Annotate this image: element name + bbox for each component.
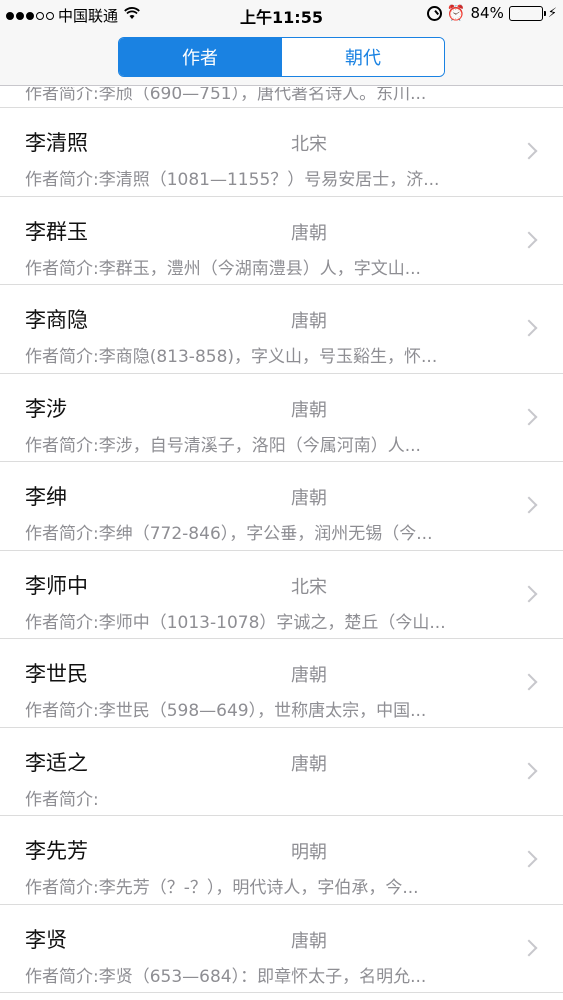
chevron-right-icon [520,762,538,779]
author-dynasty: 明朝 [291,842,327,863]
chevron-right-icon [520,142,538,160]
list-item[interactable]: 李贤 唐朝作者简介:李贤（653—684）：即章怀太子，名明允... [0,904,563,993]
author-name: 李涉 [25,396,67,421]
chevron-right-icon [520,673,538,691]
status-bar: 中国联通 上午11:55 ⏰ 84% ⚡ [0,0,563,28]
list-item[interactable]: 李群玉 唐朝作者简介:李群玉，澧州（今湖南澧县）人，字文山... [0,196,563,285]
author-name: 李适之 [25,750,88,775]
author-name: 李先芳 [25,839,88,863]
author-dynasty: 唐朝 [291,311,327,332]
list-item[interactable]: 李清照 北宋作者简介:李清照（1081—1155？）号易安居士，济... [0,108,563,197]
chevron-right-icon [520,939,538,956]
author-desc: 作者简介:李先芳（？-？），明代诗人，字伯承，今... [25,878,419,898]
author-desc: 作者简介:李绅（772-846），字公垂，润州无锡（今... [25,524,433,544]
list-item[interactable]: 李世民 唐朝作者简介:李世民（598—649），世称唐太宗，中国... [0,639,563,728]
author-desc: 作者简介:李涉，自号清溪子，洛阳（今属河南）人... [25,435,421,456]
nav-bar: 作者 朝代 [0,28,563,86]
list-item[interactable]: 李适之 唐朝作者简介: [0,727,563,816]
list-item[interactable]: 李涉 唐朝作者简介:李涉，自号清溪子，洛阳（今属河南）人... [0,373,563,462]
list-item[interactable]: 李先芳 明朝作者简介:李先芳（？-？），明代诗人，字伯承，今... [0,816,563,905]
chevron-right-icon [520,319,538,337]
battery-icon [508,5,546,21]
author-dynasty: 唐朝 [291,222,327,244]
author-desc: 作者简介:李商隐(813-858)，字义山，号玉谿生，怀... [25,347,438,367]
author-name: 李群玉 [25,219,88,244]
author-dynasty: 唐朝 [291,930,327,952]
author-dynasty: 唐朝 [291,399,327,421]
list-item[interactable]: 李师中 北宋作者简介:李师中（1013-1078）字诚之，楚丘（今山... [0,550,563,639]
author-name: 李绅 [25,485,67,509]
segmented-control: 作者 朝代 [118,37,445,77]
author-desc: 作者简介: [25,789,99,810]
author-desc: 作者简介:李贤（653—684）：即章怀太子，名明允... [25,966,427,987]
chevron-right-icon [520,585,538,602]
author-list[interactable]: 作者简介:李颀（690—751），唐代著名诗人。东川... 李清照 北宋 作者简介:… [0,87,563,1000]
author-dynasty: 北宋 [291,576,327,598]
charging-icon: ⚡ [547,5,557,21]
orientation-lock-icon [426,5,442,21]
author-name: 李世民 [25,662,88,686]
author-desc: 作者简介:李清照（1081—1155？）号易安居士，济... [25,170,440,190]
author-desc: 作者简介:李群玉，澧州（今湖南澧县）人，字文山... [25,258,421,279]
chevron-right-icon [520,408,538,425]
status-right: ⏰ 84% ⚡ [426,4,557,22]
tab-author[interactable]: 作者 [119,38,281,76]
list-item-partial[interactable]: 作者简介:李颀（690—751），唐代著名诗人。东川... [0,87,563,108]
author-name: 李清照 [25,131,88,155]
author-dynasty: 唐朝 [291,753,327,775]
list-item[interactable]: 李商隐 唐朝作者简介:李商隐(813-858)，字义山，号玉谿生，怀... [0,285,563,374]
author-name: 李贤 [25,927,67,952]
chevron-right-icon [520,850,538,868]
author-dynasty: 唐朝 [291,488,327,509]
author-desc: 作者简介:李师中（1013-1078）字诚之，楚丘（今山... [25,612,446,633]
author-desc: 作者简介:李颀（690—751），唐代著名诗人。东川... [25,87,427,104]
alarm-icon: ⏰ [446,4,466,22]
author-name: 李师中 [25,573,88,598]
battery-percent: 84% [470,4,504,22]
chevron-right-icon [520,496,538,514]
author-name: 李商隐 [25,308,88,332]
list-item[interactable]: 李绅 唐朝作者简介:李绅（772-846），字公垂，润州无锡（今... [0,462,563,551]
author-desc: 作者简介:李世民（598—649），世称唐太宗，中国... [25,701,427,721]
author-dynasty: 北宋 [291,134,327,155]
author-dynasty: 唐朝 [291,665,327,686]
chevron-right-icon [520,231,538,248]
tab-dynasty[interactable]: 朝代 [281,38,444,76]
